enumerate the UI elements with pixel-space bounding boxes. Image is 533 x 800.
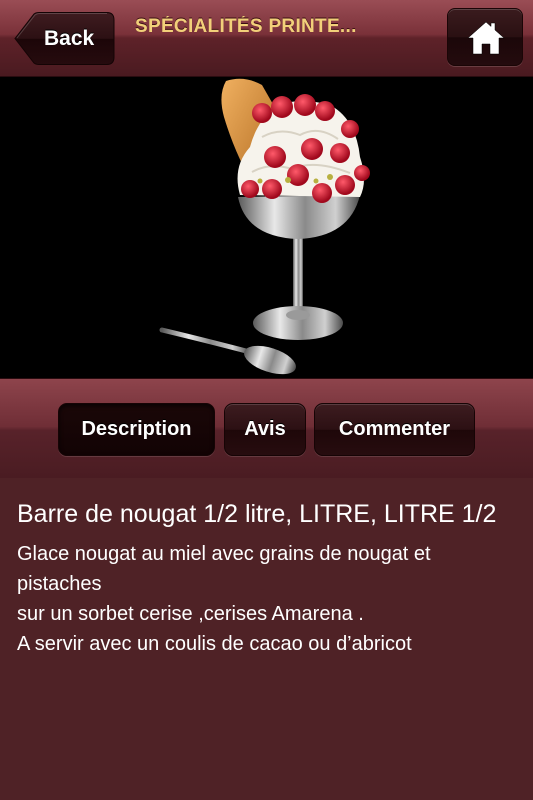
navigation-bar: Back SPÉCIALITÉS PRINTE... bbox=[0, 0, 533, 77]
product-description: Glace nougat au miel avec grains de noug… bbox=[17, 539, 522, 659]
description-line: pistaches bbox=[17, 573, 102, 595]
tab-description[interactable]: Description bbox=[58, 403, 215, 456]
back-button[interactable]: Back bbox=[14, 12, 115, 65]
home-button[interactable] bbox=[447, 8, 523, 66]
tab-commenter[interactable]: Commenter bbox=[314, 403, 475, 456]
product-details: Barre de nougat 1/2 litre, LITRE, LITRE … bbox=[17, 478, 522, 659]
description-line: A servir avec un coulis de cacao ou d’ab… bbox=[17, 633, 412, 655]
ice-cream-coupe-image bbox=[159, 78, 370, 375]
tab-avis[interactable]: Avis bbox=[224, 403, 306, 456]
back-button-label: Back bbox=[44, 27, 95, 50]
description-line: Glace nougat au miel avec grains de noug… bbox=[17, 543, 431, 565]
home-icon bbox=[467, 21, 505, 55]
tab-bar: Description Avis Commenter bbox=[0, 378, 533, 478]
product-photo bbox=[0, 77, 533, 378]
page-title: SPÉCIALITÉS PRINTE... bbox=[135, 16, 357, 37]
product-title: Barre de nougat 1/2 litre, LITRE, LITRE … bbox=[17, 500, 497, 528]
description-line: sur un sorbet cerise ,cerises Amarena . bbox=[17, 603, 364, 625]
